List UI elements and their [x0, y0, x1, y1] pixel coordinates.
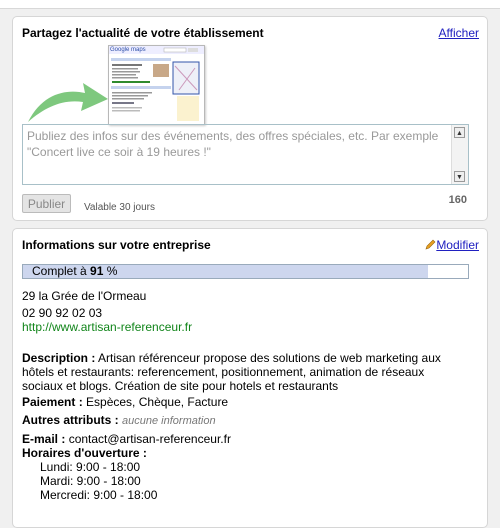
- publish-button[interactable]: Publier: [22, 194, 71, 213]
- maps-logo: Google maps: [110, 47, 146, 53]
- hours-label: Horaires d'ouverture :: [22, 446, 147, 460]
- email-label: E-mail :: [22, 432, 66, 446]
- textarea-scrollbar[interactable]: ▲ ▼: [451, 125, 468, 184]
- news-placeholder: Publiez des infos sur des événements, de…: [27, 129, 439, 159]
- top-divider: [0, 0, 500, 9]
- other-value: aucune information: [122, 415, 216, 427]
- char-counter: 160: [448, 194, 467, 206]
- description-label: Description :: [22, 351, 96, 365]
- email: E-mail : contact@artisan-referenceur.fr: [22, 432, 462, 446]
- email-value: contact@artisan-referenceur.fr: [68, 432, 231, 446]
- payment-label: Paiement :: [22, 395, 83, 409]
- show-link[interactable]: Afficher: [439, 26, 479, 40]
- scroll-down-icon[interactable]: ▼: [454, 171, 465, 182]
- hours-tuesday: Mardi: 9:00 - 18:00: [40, 474, 141, 488]
- business-details: 29 la Grée de l'Ormeau 02 90 92 02 03 ht…: [22, 289, 462, 502]
- progress-text: Complet à 91 %: [32, 265, 117, 278]
- validity-note: Valable 30 jours: [84, 202, 155, 213]
- other-attributes: Autres attributs : aucune information: [22, 413, 462, 428]
- arrow-icon: [28, 83, 108, 122]
- share-news-panel: Partagez l'actualité de votre établissem…: [12, 16, 488, 221]
- hours-monday: Lundi: 9:00 - 18:00: [40, 460, 141, 474]
- completion-progress-bar: Complet à 91 %: [22, 264, 469, 279]
- progress-value: 91: [90, 264, 104, 278]
- maps-preview-image: [109, 46, 204, 121]
- pencil-icon: [424, 238, 436, 252]
- address: 29 la Grée de l'Ormeau: [22, 289, 147, 303]
- maps-preview-thumbnail: Google maps: [108, 45, 205, 125]
- payment: Paiement : Espèces, Chèque, Facture: [22, 395, 462, 409]
- edit-label: Modifier: [436, 238, 479, 252]
- website-link[interactable]: http://www.artisan-referenceur.fr: [22, 320, 462, 334]
- other-label: Autres attributs :: [22, 413, 119, 427]
- progress-prefix: Complet à: [32, 264, 87, 278]
- edit-link[interactable]: Modifier: [424, 238, 479, 252]
- news-textarea[interactable]: Publiez des infos sur des événements, de…: [22, 124, 469, 185]
- payment-value: Espèces, Chèque, Facture: [86, 395, 229, 409]
- progress-suffix: %: [106, 264, 118, 278]
- phone: 02 90 92 02 03: [22, 306, 103, 320]
- business-panel-title: Informations sur votre entreprise: [22, 238, 211, 252]
- scroll-up-icon[interactable]: ▲: [454, 127, 465, 138]
- hours-wednesday: Mercredi: 9:00 - 18:00: [40, 488, 158, 502]
- share-panel-title: Partagez l'actualité de votre établissem…: [22, 26, 264, 40]
- description: Description : Artisan référenceur propos…: [22, 351, 462, 393]
- business-info-panel: Informations sur votre entreprise Modifi…: [12, 228, 488, 528]
